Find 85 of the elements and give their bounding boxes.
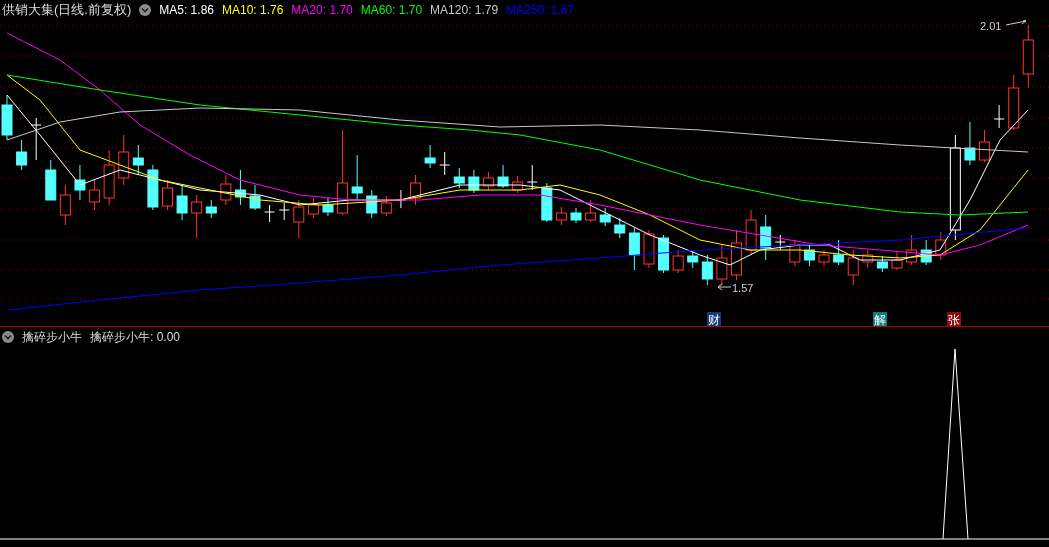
indicator-name: 擒碎步小牛 <box>22 329 82 346</box>
candlestick <box>278 202 290 221</box>
stock-title: 供销大集(日线.前复权) <box>2 1 132 19</box>
candlestick <box>906 234 918 266</box>
candlestick <box>789 239 801 267</box>
candlestick <box>760 214 772 261</box>
indicator-readout: 擒碎步小牛: 0.00 <box>90 329 181 346</box>
candlestick <box>964 121 976 166</box>
candlestick <box>891 251 903 271</box>
candlestick <box>935 231 947 261</box>
candlestick <box>628 227 640 271</box>
candlestick <box>59 184 71 226</box>
price-label: 1.57 <box>732 282 754 294</box>
moving-average-label: MA60: 1.70 <box>360 2 423 19</box>
candlestick <box>366 189 378 219</box>
dropdown-icon[interactable] <box>2 331 14 343</box>
candlestick <box>45 159 57 201</box>
candlestick <box>16 139 28 171</box>
candlestick <box>833 239 845 266</box>
candlestick <box>920 239 932 266</box>
leader-arrow <box>1005 20 1027 26</box>
candlestick <box>307 197 319 219</box>
candlestick <box>570 207 582 224</box>
leader-arrow <box>717 283 732 291</box>
candlestick <box>585 199 597 223</box>
event-badge[interactable]: 解 <box>873 312 887 326</box>
candlestick <box>191 194 203 239</box>
candlestick <box>643 229 655 269</box>
candlestick <box>322 197 334 217</box>
candlestick <box>993 104 1005 129</box>
candlestick <box>205 199 217 219</box>
candlestick <box>497 164 509 189</box>
candlestick <box>803 244 815 267</box>
candlestick <box>614 217 626 239</box>
moving-average-label: MA250: 1.67 <box>506 2 575 19</box>
candlestick <box>351 154 363 201</box>
candlestick <box>176 184 188 221</box>
candlestick <box>162 179 173 211</box>
candlestick <box>862 249 874 269</box>
candlestick <box>1 94 13 141</box>
candlestick <box>599 207 611 227</box>
dropdown-icon[interactable] <box>139 4 152 16</box>
candlestick <box>220 174 232 206</box>
candlestick <box>526 164 538 191</box>
candlestick <box>818 249 830 267</box>
candlestick <box>30 117 42 161</box>
candlestick <box>876 255 888 273</box>
event-badge[interactable]: 财 <box>707 312 721 326</box>
candlestick <box>979 129 991 163</box>
candlestick <box>424 144 436 169</box>
candlestick <box>701 254 713 286</box>
candlestick <box>293 199 305 239</box>
candlestick <box>555 206 567 226</box>
candlestick <box>453 167 465 189</box>
moving-average-label: MA5: 1.86 <box>159 2 214 19</box>
candlestick <box>410 174 421 206</box>
candlestick <box>118 134 130 186</box>
candlestick <box>512 175 524 194</box>
moving-average-label: MA10: 1.76 <box>222 2 284 19</box>
candlestick <box>847 249 859 286</box>
candlestick <box>439 151 451 176</box>
candlestick <box>716 244 728 286</box>
candlestick <box>132 144 144 176</box>
candlestick <box>249 184 261 211</box>
candlestick <box>1022 24 1034 89</box>
event-badge[interactable]: 张 <box>947 312 961 326</box>
candlestick <box>264 204 276 223</box>
moving-average-label: MA120: 1.79 <box>430 2 499 19</box>
candlestick <box>541 182 553 223</box>
candlestick <box>731 229 742 281</box>
candlestick <box>482 171 494 191</box>
price-label: 2.01 <box>980 20 1002 32</box>
candlestick <box>658 234 670 274</box>
candlestick <box>89 179 101 211</box>
candlestick <box>672 249 684 274</box>
candlestick <box>745 209 757 256</box>
candlestick <box>1008 74 1020 131</box>
candlestick <box>74 164 86 201</box>
candlestick <box>234 169 246 206</box>
candlestick <box>468 169 480 194</box>
candlestick <box>774 234 786 251</box>
candlestick <box>380 195 392 217</box>
candlestick <box>103 149 115 206</box>
candlestick <box>147 164 159 211</box>
moving-average-label: MA20: 1.70 <box>291 2 353 19</box>
